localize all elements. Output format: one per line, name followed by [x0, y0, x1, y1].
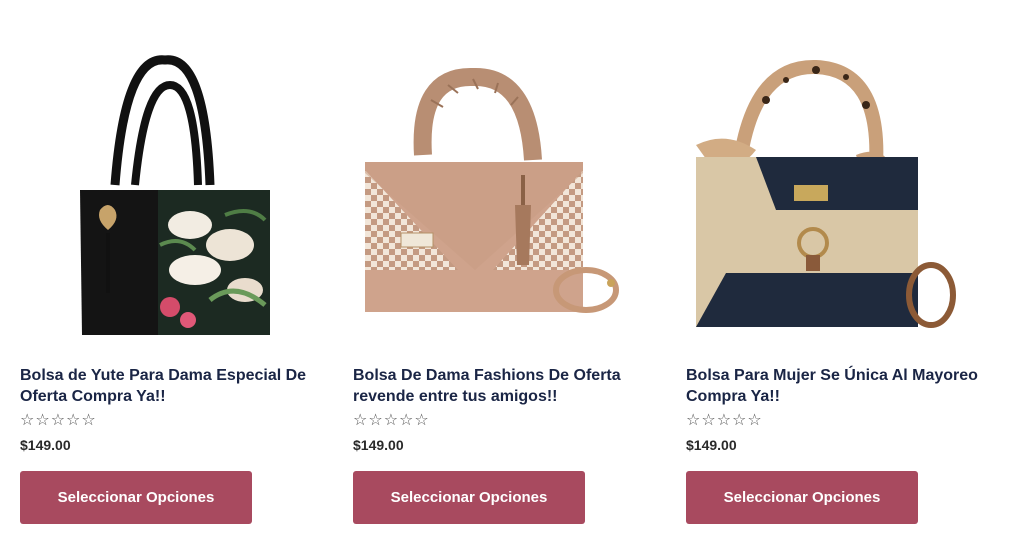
- product-card: Bolsa Para Mujer Se Única Al Mayoreo Com…: [666, 0, 986, 543]
- rating-stars: ☆☆☆☆☆: [686, 412, 763, 429]
- select-options-button[interactable]: Seleccionar Opciones: [20, 471, 252, 524]
- product-card: Bolsa De Dama Fashions De Oferta revende…: [333, 0, 653, 543]
- rating-stars: ☆☆☆☆☆: [20, 412, 97, 429]
- beige-navy-handbag-image: [696, 59, 956, 328]
- tan-checkered-handbag-image: [365, 67, 619, 313]
- product-image-link[interactable]: [20, 45, 290, 335]
- product-price: $149.00: [686, 437, 737, 453]
- product-price: $149.00: [20, 437, 71, 453]
- select-options-button[interactable]: Seleccionar Opciones: [353, 471, 585, 524]
- product-title[interactable]: Bolsa de Yute Para Dama Especial De Ofer…: [20, 365, 320, 407]
- rating-stars: ☆☆☆☆☆: [353, 412, 430, 429]
- product-title[interactable]: Bolsa De Dama Fashions De Oferta revende…: [353, 365, 653, 407]
- black-floral-handbag-image: [80, 55, 270, 335]
- product-image-link[interactable]: [353, 45, 623, 335]
- product-image-link[interactable]: [686, 45, 956, 335]
- select-options-button[interactable]: Seleccionar Opciones: [686, 471, 918, 524]
- product-price: $149.00: [353, 437, 404, 453]
- product-title[interactable]: Bolsa Para Mujer Se Única Al Mayoreo Com…: [686, 365, 986, 407]
- product-card: Bolsa de Yute Para Dama Especial De Ofer…: [0, 0, 320, 543]
